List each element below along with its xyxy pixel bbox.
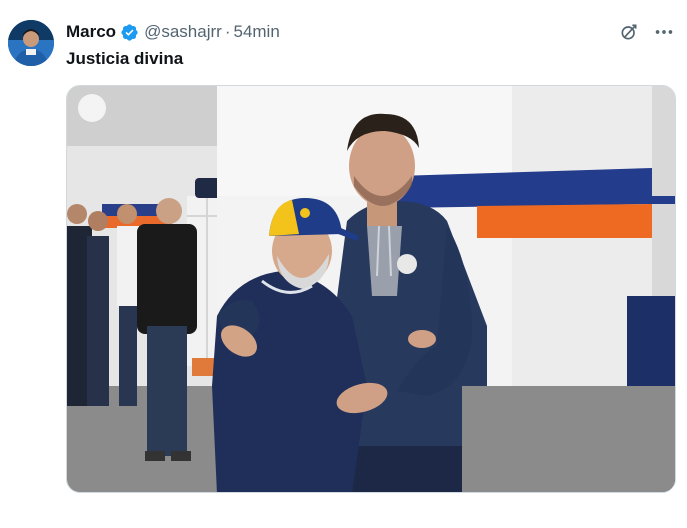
verified-badge-icon: [121, 23, 138, 41]
tweet-header: Marco @sashajrr · 54min: [66, 22, 280, 42]
display-name[interactable]: Marco: [66, 22, 116, 42]
separator-dot: ·: [224, 22, 231, 41]
grok-icon[interactable]: [619, 22, 639, 42]
avatar[interactable]: [8, 20, 54, 66]
tweet-card[interactable]: Marco @sashajrr · 54min Justicia divina: [0, 0, 687, 528]
tweet-photo[interactable]: [66, 85, 676, 493]
tweet-top-actions: [619, 22, 675, 42]
photo-illustration: [67, 86, 675, 492]
user-handle[interactable]: @sashajrr: [144, 22, 222, 42]
tweet-text: Justicia divina: [66, 49, 184, 68]
avatar-image: [8, 20, 54, 66]
timestamp[interactable]: 54min: [233, 22, 279, 42]
more-options-icon[interactable]: [653, 22, 675, 42]
